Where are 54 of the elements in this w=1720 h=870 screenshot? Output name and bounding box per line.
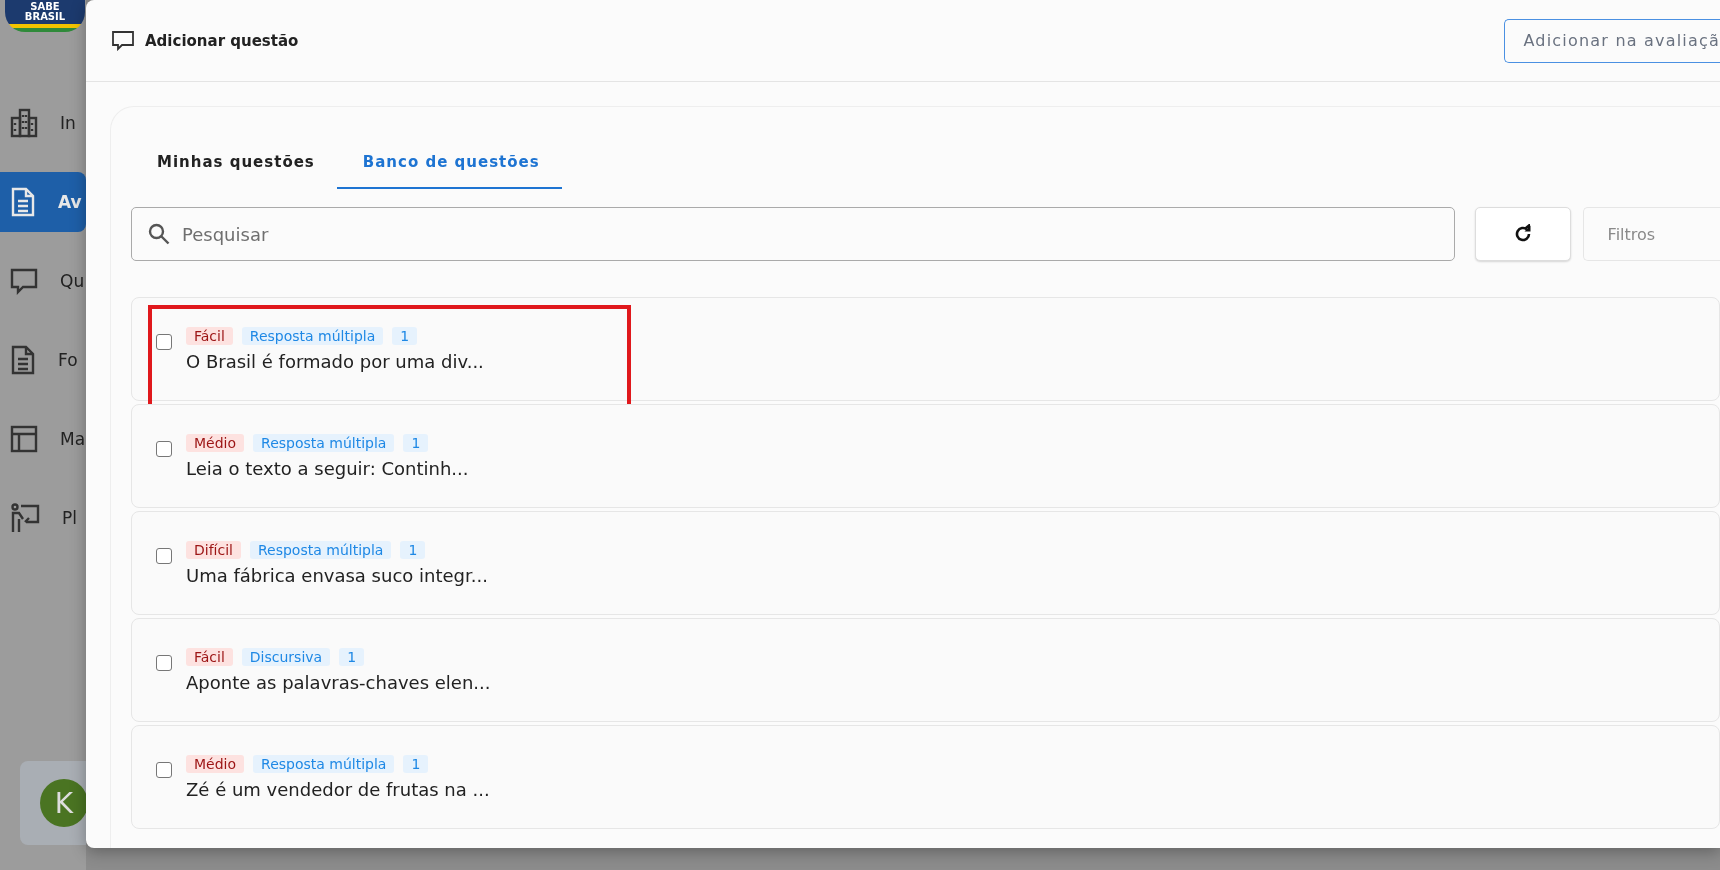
chat-icon <box>10 267 38 295</box>
filters-button[interactable]: Filtros <box>1582 207 1720 261</box>
type-tag: Resposta múltipla <box>241 326 384 345</box>
difficulty-tag: Difícil <box>186 540 241 559</box>
building-icon <box>10 108 38 138</box>
logo-text: SABE <box>30 2 60 12</box>
question-item[interactable]: Médio Resposta múltipla 1 Zé é um vendedor de frutas na ... <box>131 725 1720 829</box>
sidebar-item[interactable]: Fo <box>0 330 86 390</box>
user-avatar[interactable]: K <box>40 779 86 827</box>
question-text: Aponte as palavras-chaves elen... <box>186 671 491 693</box>
difficulty-tag: Fácil <box>186 326 233 345</box>
presenter-icon <box>10 503 40 533</box>
question-item[interactable]: Difícil Resposta múltipla 1 Uma fábrica envasa suco integr... <box>131 511 1720 615</box>
tab[interactable]: Banco de questões <box>336 139 562 189</box>
question-text: Uma fábrica envasa suco integr... <box>186 564 488 586</box>
type-tag: Resposta múltipla <box>249 540 392 559</box>
document-icon <box>10 345 36 375</box>
chat-icon <box>112 30 134 51</box>
add-to-assessment-button[interactable]: Adicionar na avaliaçã <box>1504 18 1720 63</box>
type-tag: Resposta múltipla <box>253 433 395 452</box>
count-tag: 1 <box>392 326 418 345</box>
difficulty-tag: Fácil <box>186 647 233 666</box>
tab[interactable]: Minhas questões <box>131 139 337 189</box>
count-tag: 1 <box>339 647 365 666</box>
layout-icon <box>10 425 38 453</box>
checkbox[interactable] <box>156 655 172 671</box>
sidebar-item[interactable]: Pl <box>0 488 86 548</box>
difficulty-tag: Médio <box>186 433 245 452</box>
question-item[interactable]: Médio Resposta múltipla 1 Leia o texto a seguir: Continh... <box>131 404 1720 508</box>
sidebar-item[interactable]: Qu <box>0 251 86 311</box>
count-tag: 1 <box>403 433 429 452</box>
checkbox[interactable] <box>156 441 172 457</box>
count-tag: 1 <box>400 540 426 559</box>
checkbox[interactable] <box>156 334 172 350</box>
count-tag: 1 <box>403 754 429 773</box>
type-tag: Discursiva <box>241 647 331 666</box>
refresh-button[interactable] <box>1474 207 1571 261</box>
question-item[interactable]: Fácil Discursiva 1 Aponte as palavras-chaves elen... <box>131 618 1720 722</box>
document-icon <box>10 187 36 217</box>
search-icon <box>148 223 170 245</box>
sidebar-item[interactable]: Ma <box>0 409 86 469</box>
question-text: Zé é um vendedor de frutas na ... <box>186 778 490 800</box>
sidebar-item[interactable]: In <box>0 93 86 153</box>
logo-text: BRASIL <box>24 12 66 22</box>
checkbox[interactable] <box>156 762 172 778</box>
difficulty-tag: Médio <box>186 754 245 773</box>
search-field[interactable]: Pesquisar <box>131 207 1455 261</box>
question-item[interactable]: Fácil Resposta múltipla 1 O Brasil é formado por uma div... <box>131 297 1720 401</box>
type-tag: Resposta múltipla <box>253 754 395 773</box>
sidebar-item[interactable]: Av <box>0 172 86 232</box>
checkbox[interactable] <box>156 548 172 564</box>
question-text: O Brasil é formado por uma div... <box>186 350 484 372</box>
question-text: Leia o texto a seguir: Continh... <box>186 457 469 479</box>
dialog-title: Adicionar questão <box>145 31 299 50</box>
